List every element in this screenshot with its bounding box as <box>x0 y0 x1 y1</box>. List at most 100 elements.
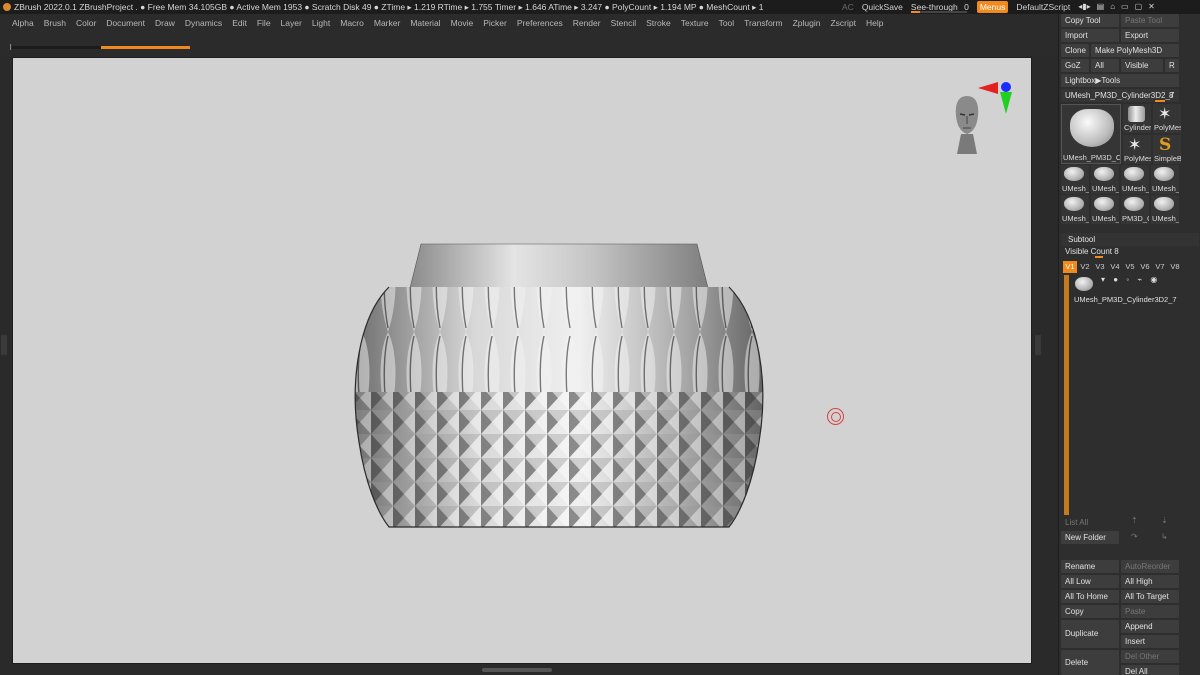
menus-toggle-button[interactable]: Menus <box>976 1 1009 13</box>
delete-button[interactable]: Delete <box>1061 650 1119 675</box>
see-through-slider[interactable]: See-through 0 <box>910 0 969 14</box>
folder-arrow-icon[interactable]: ↷ <box>1131 532 1138 541</box>
menu-light[interactable]: Light <box>312 18 330 28</box>
tool-thumb[interactable]: UMesh_ <box>1091 195 1119 224</box>
auto-reorder-button[interactable]: AutoReorder <box>1121 560 1179 573</box>
menu-transform[interactable]: Transform <box>744 18 782 28</box>
menu-file[interactable]: File <box>257 18 271 28</box>
tool-thumb[interactable]: PM3D_C <box>1121 195 1149 224</box>
right-tray-handle[interactable] <box>1035 335 1041 355</box>
menu-alpha[interactable]: Alpha <box>12 18 34 28</box>
make-polymesh-button[interactable]: Make PolyMesh3D <box>1091 44 1179 57</box>
list-all-button[interactable]: List All <box>1065 518 1088 527</box>
tool-thumb[interactable]: Cylinder <box>1123 104 1151 133</box>
paste-tool-button[interactable]: Paste Tool <box>1121 14 1179 27</box>
visibility-tab-v2[interactable]: V2 <box>1078 261 1092 273</box>
move-down-icon[interactable]: ⇣ <box>1161 516 1168 525</box>
maximize-icon[interactable]: ▢ <box>1135 0 1143 14</box>
tool-thumb[interactable]: ✶ PolyMes <box>1153 104 1181 133</box>
close-icon[interactable]: ✕ <box>1148 0 1155 14</box>
menu-help[interactable]: Help <box>866 18 883 28</box>
folder-move-icon[interactable]: ↳ <box>1161 532 1168 541</box>
home-icon[interactable]: ⌂ <box>1110 0 1115 14</box>
visibility-tab-v5[interactable]: V5 <box>1123 261 1137 273</box>
subtool-item[interactable]: ▾ ● ◦ ⌁ ◉ UMesh_PM3D_Cylinder3D2_7 <box>1071 275 1199 305</box>
menu-layer[interactable]: Layer <box>281 18 302 28</box>
menu-color[interactable]: Color <box>76 18 96 28</box>
import-button[interactable]: Import <box>1061 29 1119 42</box>
tool-thumb[interactable]: UMesh_ <box>1061 165 1089 194</box>
goz-all-button[interactable]: All <box>1091 59 1119 72</box>
clone-button[interactable]: Clone <box>1061 44 1089 57</box>
default-zscript-button[interactable]: DefaultZScript <box>1016 0 1070 14</box>
menu-dynamics[interactable]: Dynamics <box>185 18 222 28</box>
menu-zplugin[interactable]: Zplugin <box>793 18 821 28</box>
paste-button[interactable]: Paste <box>1121 605 1179 618</box>
menu-render[interactable]: Render <box>573 18 601 28</box>
menu-picker[interactable]: Picker <box>483 18 507 28</box>
tool-thumb[interactable]: UMesh_ <box>1121 165 1149 194</box>
tool-thumb[interactable]: UMesh_ <box>1151 195 1179 224</box>
tool-thumb[interactable]: UMesh_ <box>1091 165 1119 194</box>
canvas-viewport[interactable] <box>12 57 1032 664</box>
del-all-button[interactable]: Del All <box>1121 665 1179 675</box>
copy-button[interactable]: Copy <box>1061 605 1119 618</box>
bottom-tray-handle[interactable] <box>482 668 552 672</box>
visibility-tab-v6[interactable]: V6 <box>1138 261 1152 273</box>
duplicate-button[interactable]: Duplicate <box>1061 620 1119 648</box>
export-button[interactable]: Export <box>1121 29 1179 42</box>
subtool-header[interactable]: Subtool <box>1061 233 1199 246</box>
quicksave-button[interactable]: QuickSave <box>862 0 903 14</box>
palette-icon[interactable]: ▤ <box>1097 0 1105 14</box>
all-to-home-button[interactable]: All To Home <box>1061 590 1119 603</box>
axis-gizmo-icon[interactable] <box>974 78 1014 118</box>
menu-preferences[interactable]: Preferences <box>517 18 563 28</box>
menu-tool[interactable]: Tool <box>719 18 735 28</box>
goz-r-button[interactable]: R <box>1165 59 1179 72</box>
copy-tool-button[interactable]: Copy Tool <box>1061 14 1119 27</box>
main-tool-thumb-label: UMesh_PM3D_C <box>1063 153 1121 162</box>
goz-button[interactable]: GoZ <box>1061 59 1089 72</box>
goz-visible-button[interactable]: Visible <box>1121 59 1163 72</box>
menu-document[interactable]: Document <box>106 18 145 28</box>
move-up-icon[interactable]: ⇡ <box>1131 516 1138 525</box>
visibility-tab-v8[interactable]: V8 <box>1168 261 1182 273</box>
all-low-button[interactable]: All Low <box>1061 575 1119 588</box>
visibility-tab-v1[interactable]: V1 <box>1063 261 1077 273</box>
visibility-tab-v7[interactable]: V7 <box>1153 261 1167 273</box>
tool-thumb[interactable]: UMesh_ <box>1151 165 1179 194</box>
menu-edit[interactable]: Edit <box>232 18 247 28</box>
tool-thumb[interactable]: ✶ PolyMes <box>1123 135 1151 164</box>
subtool-visibility-icons[interactable]: ▾ ● ◦ ⌁ ◉ <box>1101 275 1160 284</box>
tool-thumb[interactable]: UMesh_ <box>1061 195 1089 224</box>
visible-count-slider[interactable]: Visible Count 8 <box>1065 247 1119 256</box>
ac-button[interactable]: AC <box>842 0 854 14</box>
simplebrush-icon: S <box>1159 135 1172 155</box>
menu-marker[interactable]: Marker <box>374 18 400 28</box>
menu-stencil[interactable]: Stencil <box>611 18 637 28</box>
ui-layout-icon[interactable]: ◂▮▸ <box>1078 0 1090 14</box>
del-other-button[interactable]: Del Other <box>1121 650 1179 663</box>
menu-zscript[interactable]: Zscript <box>830 18 856 28</box>
menu-brush[interactable]: Brush <box>44 18 66 28</box>
rename-button[interactable]: Rename <box>1061 560 1119 573</box>
all-high-button[interactable]: All High <box>1121 575 1179 588</box>
menu-stroke[interactable]: Stroke <box>646 18 671 28</box>
visibility-tab-v3[interactable]: V3 <box>1093 261 1107 273</box>
left-tray-handle[interactable] <box>1 335 7 355</box>
tool-thumb[interactable]: S SimpleB <box>1153 135 1181 164</box>
menu-macro[interactable]: Macro <box>340 18 364 28</box>
append-button[interactable]: Append <box>1121 620 1179 633</box>
all-to-target-button[interactable]: All To Target <box>1121 590 1179 603</box>
menu-draw[interactable]: Draw <box>155 18 175 28</box>
new-folder-button[interactable]: New Folder <box>1061 531 1119 544</box>
visibility-tab-v4[interactable]: V4 <box>1108 261 1122 273</box>
subtool-scrollbar[interactable] <box>1064 275 1069 515</box>
menu-material[interactable]: Material <box>410 18 440 28</box>
menu-texture[interactable]: Texture <box>681 18 709 28</box>
menu-movie[interactable]: Movie <box>451 18 474 28</box>
insert-button[interactable]: Insert <box>1121 635 1179 648</box>
minimize-icon[interactable]: ▭ <box>1121 0 1129 14</box>
lightbox-tools-button[interactable]: Lightbox▶Tools <box>1061 74 1179 87</box>
main-tool-thumb[interactable]: UMesh_PM3D_C <box>1061 104 1121 164</box>
